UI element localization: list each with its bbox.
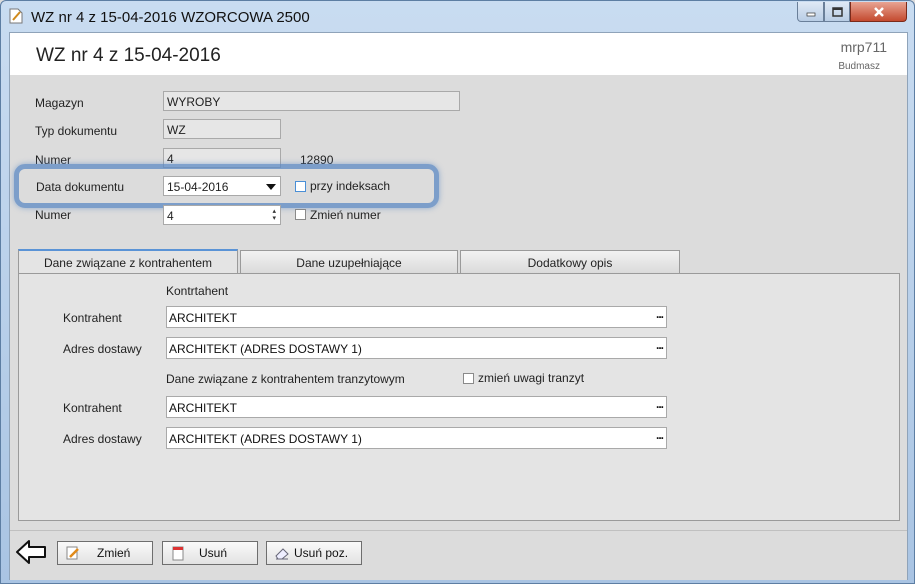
- back-arrow-icon[interactable]: [15, 538, 47, 566]
- app-code: mrp711: [840, 39, 887, 55]
- company-name: Budmasz: [838, 61, 880, 72]
- lookup-button[interactable]: ...: [656, 428, 664, 442]
- spinner-icon[interactable]: ▴ ▾: [272, 208, 276, 222]
- zmien-numer-checkbox[interactable]: [295, 209, 306, 220]
- kontrahent-value: ARCHITEKT: [169, 311, 238, 325]
- typ-dokumentu-field: WZ: [163, 119, 281, 139]
- magazyn-field: WYROBY: [163, 91, 460, 111]
- tab-label: Dane związane z kontrahentem: [43, 255, 213, 270]
- tab-panel: Kontrtahent Kontrahent ARCHITEKT ... Adr…: [18, 273, 900, 521]
- tab-dane-uzupelniajace[interactable]: Dane uzupełniające: [240, 250, 458, 274]
- tab-dane-kontrahent[interactable]: Dane związane z kontrahentem: [18, 249, 238, 274]
- lookup-button[interactable]: ...: [656, 397, 664, 411]
- t-adres-value: ARCHITEKT (ADRES DOSTAWY 1): [169, 432, 362, 446]
- numer-stepper[interactable]: 4 ▴ ▾: [163, 205, 281, 225]
- title-bar[interactable]: WZ nr 4 z 15-04-2016 WZORCOWA 2500: [1, 1, 914, 33]
- eraser-icon: [275, 548, 289, 560]
- adres-field[interactable]: ARCHITEKT (ADRES DOSTAWY 1) ...: [166, 337, 667, 359]
- t-kontrahent-label: Kontrahent: [63, 401, 122, 415]
- adres-value: ARCHITEKT (ADRES DOSTAWY 1): [169, 342, 362, 356]
- numer2-label: Numer: [35, 208, 72, 222]
- data-dokumentu-value: 15-04-2016: [167, 180, 229, 194]
- minimize-icon: [806, 12, 815, 16]
- t-kontrahent-value: ARCHITEKT: [169, 401, 238, 415]
- kontrahent-label: Kontrahent: [63, 311, 122, 325]
- tab-label: Dane uzupełniające: [296, 255, 402, 270]
- data-dokumentu-label: Data dokumentu: [36, 180, 125, 194]
- document-header: WZ nr 4 z 15-04-2016 mrp711 Budmasz: [10, 33, 907, 75]
- minimize-button[interactable]: [797, 2, 824, 22]
- t-adres-label: Adres dostawy: [63, 432, 142, 446]
- tab-label: Dodatkowy opis: [527, 255, 613, 270]
- przy-indeksach-label: przy indeksach: [310, 179, 391, 193]
- typ-dokumentu-label: Typ dokumentu: [35, 124, 118, 138]
- tab-dodatkowy-opis[interactable]: Dodatkowy opis: [460, 250, 680, 274]
- zmien-button[interactable]: Zmień: [57, 541, 153, 565]
- lookup-button[interactable]: ...: [656, 338, 664, 352]
- application-window: WZ nr 4 z 15-04-2016 WZORCOWA 2500 WZ nr…: [0, 0, 915, 584]
- magazyn-value: WYROBY: [167, 95, 221, 109]
- window-title: WZ nr 4 z 15-04-2016 WZORCOWA 2500: [31, 9, 310, 26]
- transit-section-title: Dane związane z kontrahentem tranzytowym: [166, 372, 405, 386]
- zmien-uwagi-label: zmień uwagi tranzyt: [478, 371, 585, 385]
- close-button[interactable]: [850, 2, 907, 22]
- zmien-numer-label: Zmień numer: [310, 208, 381, 222]
- contractor-section-title: Kontrtahent: [166, 284, 229, 298]
- usun-button[interactable]: Usuń: [162, 541, 258, 565]
- usun-poz-label: Usuń poz.: [294, 546, 349, 560]
- numer2-value: 4: [167, 209, 174, 223]
- magazyn-label: Magazyn: [35, 96, 84, 110]
- zmien-label: Zmień: [97, 546, 131, 560]
- przy-indeksach-checkbox[interactable]: [295, 181, 306, 192]
- t-adres-field[interactable]: ARCHITEKT (ADRES DOSTAWY 1) ...: [166, 427, 667, 449]
- maximize-button[interactable]: [824, 2, 850, 22]
- maximize-icon: [831, 6, 843, 17]
- document-edit-icon: [9, 8, 23, 24]
- chevron-down-icon: [266, 184, 276, 190]
- usun-poz-button[interactable]: Usuń poz.: [266, 541, 362, 565]
- delete-document-icon: [172, 546, 184, 561]
- usun-label: Usuń: [199, 546, 228, 560]
- close-icon: [873, 6, 884, 17]
- data-dokumentu-dropdown[interactable]: 15-04-2016: [163, 176, 281, 196]
- page-title: WZ nr 4 z 15-04-2016: [36, 45, 221, 66]
- lookup-button[interactable]: ...: [656, 307, 664, 321]
- pencil-icon: [66, 546, 79, 560]
- form-client-area: WZ nr 4 z 15-04-2016 mrp711 Budmasz Maga…: [9, 32, 908, 580]
- t-kontrahent-field[interactable]: ARCHITEKT ...: [166, 396, 667, 418]
- kontrahent-field[interactable]: ARCHITEKT ...: [166, 306, 667, 328]
- adres-label: Adres dostawy: [63, 342, 142, 356]
- bottom-toolbar: Zmień Usuń Usuń poz.: [10, 530, 907, 580]
- zmien-uwagi-checkbox[interactable]: [463, 373, 474, 384]
- typ-dokumentu-value: WZ: [167, 123, 186, 137]
